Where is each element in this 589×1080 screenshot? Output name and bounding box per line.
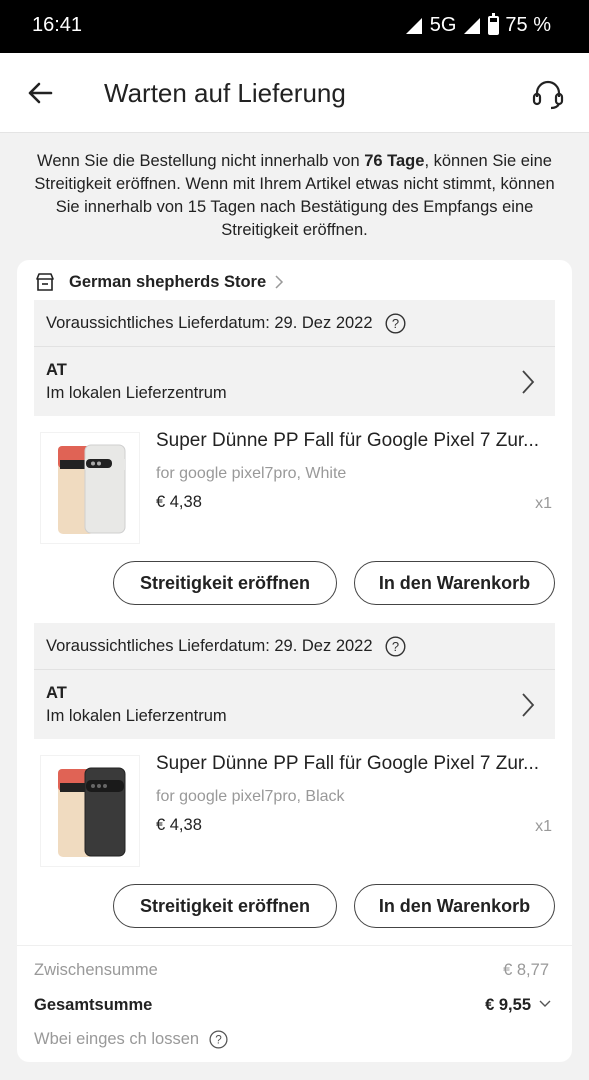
status-time: 16:41 [32, 14, 83, 36]
dispute-notice: Wenn Sie die Bestellung nicht innerhalb … [28, 150, 561, 242]
product-price: € 4,38 [156, 816, 202, 834]
notice-days: 76 Tage [364, 152, 425, 170]
delivery-date-row: Voraussichtliches Lieferdatum: 29. Dez 2… [34, 300, 555, 347]
battery-icon [488, 13, 500, 35]
product-name[interactable]: Super Dünne PP Fall für Google Pixel 7 Z… [156, 753, 554, 775]
svg-text:?: ? [391, 639, 398, 654]
tracking-row[interactable]: AT Im lokalen Lieferzentrum [34, 347, 555, 416]
product-variant: for google pixel7pro, Black [156, 788, 345, 805]
store-name: German shepherds Store [69, 272, 267, 291]
back-arrow-icon[interactable] [26, 79, 54, 107]
headset-support-icon[interactable] [531, 77, 565, 111]
savings-label: Wbei einges ch lossen [34, 1030, 200, 1048]
signal-icon-2 [464, 17, 481, 34]
product-item[interactable]: Super Dünne PP Fall für Google Pixel 7 Z… [34, 426, 555, 546]
order-card: German shepherds Store Voraussichtliches… [17, 260, 572, 1062]
tracking-status: Im lokalen Lieferzentrum [46, 707, 227, 725]
tracking-status: Im lokalen Lieferzentrum [46, 384, 227, 402]
delivery-info: Voraussichtliches Lieferdatum: 29. Dez 2… [34, 623, 555, 739]
signal-icon [405, 17, 422, 34]
status-icons: 5G 75 % [404, 13, 551, 37]
tracking-row[interactable]: AT Im lokalen Lieferzentrum [34, 670, 555, 739]
add-to-cart-button[interactable]: In den Warenkorb [354, 884, 555, 928]
delivery-date: Voraussichtliches Lieferdatum: 29. Dez 2… [46, 313, 373, 332]
page-title: Warten auf Lieferung [104, 78, 346, 108]
help-icon[interactable]: ? [209, 1030, 228, 1049]
open-dispute-button[interactable]: Streitigkeit eröffnen [113, 884, 337, 928]
chevron-right-icon [275, 275, 284, 289]
product-image[interactable] [40, 432, 140, 544]
subtotal-value: € 8,77 [503, 961, 549, 979]
total-label: Gesamtsumme [34, 996, 153, 1014]
chevron-right-icon [522, 370, 535, 394]
add-to-cart-button[interactable]: In den Warenkorb [354, 561, 555, 605]
chevron-down-icon[interactable] [539, 1000, 551, 1008]
product-quantity: x1 [535, 818, 552, 835]
product-name[interactable]: Super Dünne PP Fall für Google Pixel 7 Z… [156, 430, 554, 452]
tracking-country: AT [46, 684, 67, 702]
divider [17, 945, 572, 946]
network-type: 5G [429, 14, 457, 36]
product-image[interactable] [40, 755, 140, 867]
help-icon[interactable]: ? [385, 312, 406, 334]
tracking-country: AT [46, 361, 67, 379]
delivery-date-row: Voraussichtliches Lieferdatum: 29. Dez 2… [34, 623, 555, 670]
total-value: € 9,55 [485, 996, 531, 1014]
delivery-date: Voraussichtliches Lieferdatum: 29. Dez 2… [46, 636, 373, 655]
store-icon [36, 273, 54, 291]
battery-percent: 75 % [505, 14, 551, 36]
chevron-right-icon [522, 693, 535, 717]
status-bar: 16:41 5G 75 % [0, 0, 589, 53]
store-link[interactable]: German shepherds Store [35, 270, 284, 294]
app-bar: Warten auf Lieferung [0, 53, 589, 133]
open-dispute-button[interactable]: Streitigkeit eröffnen [113, 561, 337, 605]
svg-text:?: ? [391, 316, 398, 331]
svg-text:?: ? [215, 1034, 222, 1047]
delivery-info: Voraussichtliches Lieferdatum: 29. Dez 2… [34, 300, 555, 416]
notice-text-1: Wenn Sie die Bestellung nicht innerhalb … [37, 152, 365, 170]
product-variant: for google pixel7pro, White [156, 465, 347, 482]
help-icon[interactable]: ? [385, 635, 406, 657]
product-quantity: x1 [535, 495, 552, 512]
subtotal-label: Zwischensumme [34, 961, 158, 979]
product-price: € 4,38 [156, 493, 202, 511]
product-item[interactable]: Super Dünne PP Fall für Google Pixel 7 Z… [34, 749, 555, 869]
